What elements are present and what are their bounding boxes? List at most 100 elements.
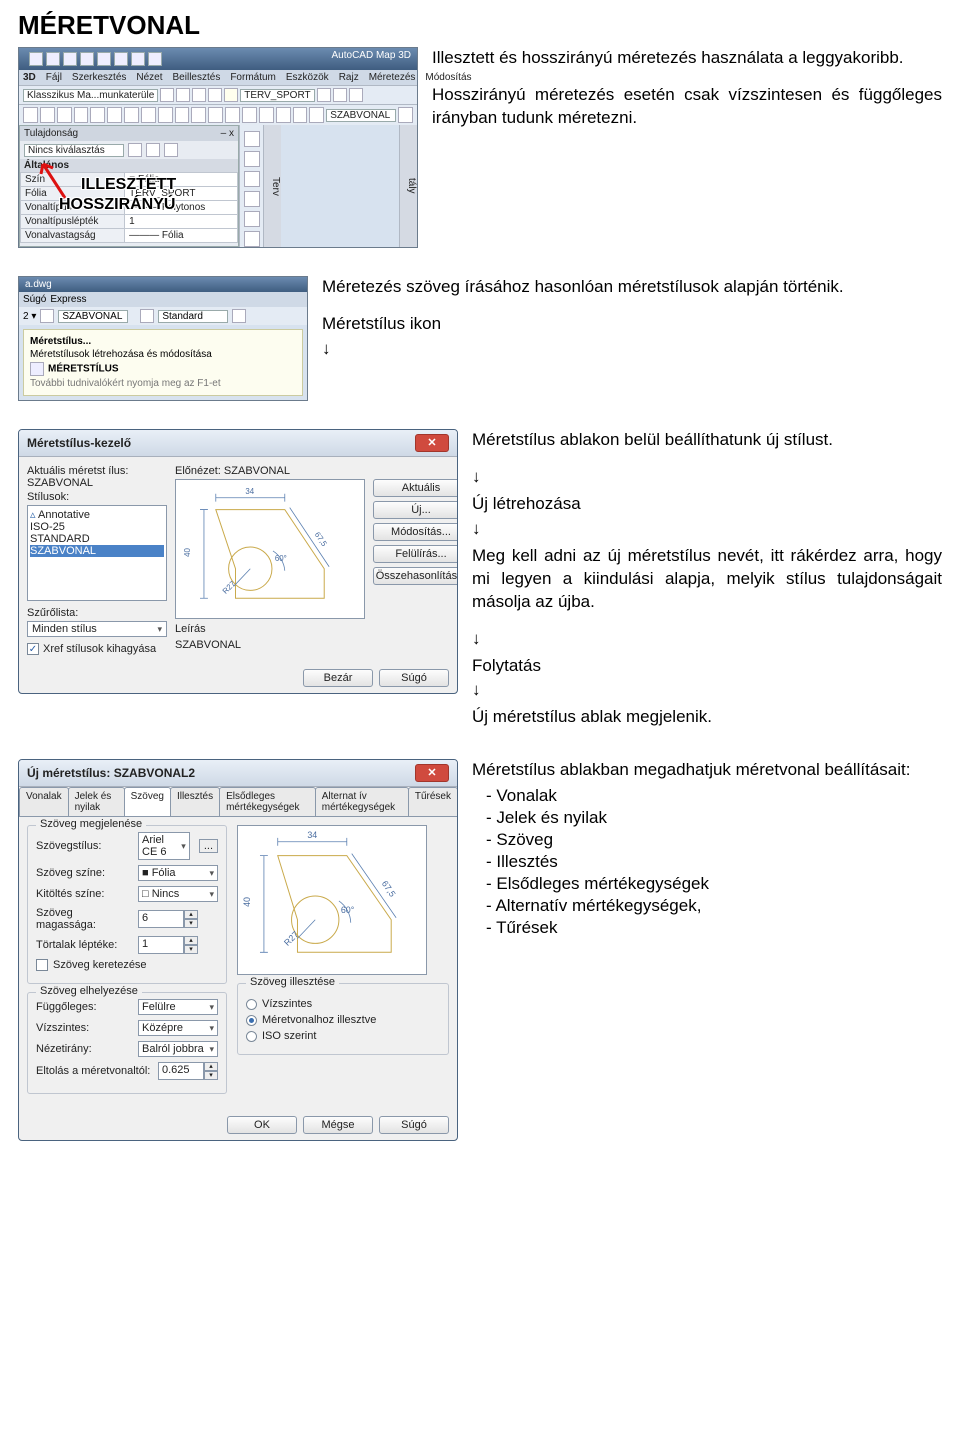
workspace-select[interactable]: Klasszikus Ma...munkaterüle bbox=[23, 89, 158, 102]
list-item-selected[interactable]: SZABVONAL bbox=[30, 545, 164, 557]
radio-iso[interactable]: ISO szerint bbox=[246, 1030, 440, 1042]
menu-item[interactable]: Szerkesztés bbox=[72, 72, 126, 83]
menu-item[interactable]: Méretezés bbox=[369, 72, 416, 83]
dim-icon[interactable] bbox=[141, 107, 156, 123]
list-item[interactable]: ▵ Annotative bbox=[30, 508, 164, 521]
qat-icon[interactable] bbox=[80, 52, 94, 66]
menu-item[interactable]: Fájl bbox=[46, 72, 62, 83]
dim-icon[interactable] bbox=[242, 107, 257, 123]
draw-icon[interactable] bbox=[244, 211, 260, 227]
tab-primary-units[interactable]: Elsődleges mértékegységek bbox=[219, 787, 316, 816]
close-button[interactable]: ✕ bbox=[415, 764, 449, 782]
tab-szoveg[interactable]: Szöveg bbox=[124, 787, 171, 816]
new-button[interactable]: Új... bbox=[373, 501, 458, 519]
radio-horizontal[interactable]: Vízszintes bbox=[246, 998, 440, 1010]
tab-tolerances[interactable]: Tűrések bbox=[408, 787, 458, 816]
dim-icon[interactable] bbox=[398, 107, 413, 123]
toolbar-icon[interactable] bbox=[208, 88, 222, 102]
dim-icon[interactable] bbox=[293, 107, 308, 123]
dim-aligned-icon[interactable] bbox=[40, 107, 55, 123]
layer-icon[interactable] bbox=[224, 88, 238, 102]
draw-icon[interactable] bbox=[244, 191, 260, 207]
props-tool-icon[interactable] bbox=[164, 143, 178, 157]
view-dir-select[interactable]: Balról jobbra▾ bbox=[138, 1041, 218, 1057]
frac-scale-spinner[interactable]: 1 ▴▾ bbox=[138, 936, 218, 954]
props-tool-icon[interactable] bbox=[146, 143, 160, 157]
dim-icon[interactable] bbox=[57, 107, 72, 123]
textstyle-select[interactable]: Standard bbox=[158, 310, 228, 323]
offset-spinner[interactable]: 0.625 ▴▾ bbox=[158, 1062, 218, 1080]
side-tab[interactable]: tály bbox=[399, 125, 417, 247]
dim-icon[interactable] bbox=[191, 107, 206, 123]
selection-combo[interactable]: Nincs kiválasztás bbox=[24, 144, 124, 157]
vertical-select[interactable]: Felülre▾ bbox=[138, 999, 218, 1015]
help-button[interactable]: Súgó bbox=[379, 1116, 449, 1134]
text-height-spinner[interactable]: 6 ▴▾ bbox=[138, 910, 218, 928]
menu-item[interactable]: Rajz bbox=[339, 72, 359, 83]
dim-icon[interactable] bbox=[225, 107, 240, 123]
override-button[interactable]: Felülírás... bbox=[373, 545, 458, 563]
text-style-select[interactable]: Ariel CE 6▾ bbox=[138, 832, 190, 860]
ok-button[interactable]: OK bbox=[227, 1116, 297, 1134]
tab-jelek[interactable]: Jelek és nyilak bbox=[68, 787, 125, 816]
menu-express[interactable]: Express bbox=[50, 294, 86, 305]
textstyle-icon[interactable] bbox=[140, 309, 154, 323]
menu-item[interactable]: Eszközök bbox=[286, 72, 329, 83]
cancel-button[interactable]: Mégse bbox=[303, 1116, 373, 1134]
dimstyle-icon[interactable] bbox=[309, 107, 324, 123]
text-color-select[interactable]: ■ Fólia▾ bbox=[138, 865, 218, 881]
qat-icon[interactable] bbox=[131, 52, 145, 66]
dimstyle-select[interactable]: SZABVONAL bbox=[58, 310, 128, 323]
close-dialog-button[interactable]: Bezár bbox=[303, 669, 373, 687]
list-item[interactable]: ISO-25 bbox=[30, 521, 164, 533]
frame-text-checkbox[interactable]: Szöveg keretezése bbox=[36, 959, 218, 971]
menu-item[interactable]: Módosítás bbox=[425, 72, 471, 83]
tab-illesztes[interactable]: Illesztés bbox=[170, 787, 220, 816]
side-tab[interactable]: Terv bbox=[263, 125, 281, 247]
dim-icon[interactable] bbox=[74, 107, 89, 123]
toolbar-icon[interactable] bbox=[192, 88, 206, 102]
toolbar-icon[interactable] bbox=[349, 88, 363, 102]
dimstyle-icon[interactable] bbox=[40, 309, 54, 323]
list-item[interactable]: STANDARD bbox=[30, 533, 164, 545]
qat-icon[interactable] bbox=[46, 52, 60, 66]
dim-icon[interactable] bbox=[124, 107, 139, 123]
draw-icon[interactable] bbox=[244, 231, 260, 247]
fill-color-select[interactable]: □ Nincs▾ bbox=[138, 886, 218, 902]
qat-icon[interactable] bbox=[114, 52, 128, 66]
draw-line-icon[interactable] bbox=[244, 131, 260, 147]
dim-icon[interactable] bbox=[208, 107, 223, 123]
modify-button[interactable]: Módosítás... bbox=[373, 523, 458, 541]
tab-vonalak[interactable]: Vonalak bbox=[19, 787, 69, 816]
filter-combo[interactable]: Minden stílus▾ bbox=[27, 621, 167, 637]
menu-item[interactable]: Nézet bbox=[136, 72, 162, 83]
draw-icon[interactable] bbox=[244, 171, 260, 187]
compare-button[interactable]: Összehasonlítás... bbox=[373, 567, 458, 585]
radio-aligned-with-dim[interactable]: Méretvonalhoz illesztve bbox=[246, 1014, 440, 1026]
set-current-button[interactable]: Aktuális bbox=[373, 479, 458, 497]
dim-linear-icon[interactable] bbox=[23, 107, 38, 123]
dim-icon[interactable] bbox=[175, 107, 190, 123]
props-tool-icon[interactable] bbox=[128, 143, 142, 157]
style-list[interactable]: ▵ Annotative ISO-25 STANDARD SZABVONAL bbox=[27, 505, 167, 601]
dim-icon[interactable] bbox=[276, 107, 291, 123]
toolbar-icon[interactable] bbox=[232, 309, 246, 323]
toolbar-icon[interactable] bbox=[176, 88, 190, 102]
draw-icon[interactable] bbox=[244, 151, 260, 167]
menu-item[interactable]: Beillesztés bbox=[173, 72, 221, 83]
toolbar-icon[interactable] bbox=[160, 88, 174, 102]
text-style-more-button[interactable]: ... bbox=[199, 839, 218, 853]
dimstyle-select[interactable]: SZABVONAL bbox=[326, 109, 396, 122]
tab-3d[interactable]: 3D bbox=[23, 72, 36, 83]
qat-icon[interactable] bbox=[97, 52, 111, 66]
qat-icon[interactable] bbox=[63, 52, 77, 66]
close-button[interactable]: ✕ bbox=[415, 434, 449, 452]
dim-icon[interactable] bbox=[158, 107, 173, 123]
menu-item[interactable]: Formátum bbox=[230, 72, 276, 83]
toolbar-icon[interactable] bbox=[333, 88, 347, 102]
horizontal-select[interactable]: Középre▾ bbox=[138, 1020, 218, 1036]
xref-checkbox[interactable]: ✓Xref stílusok kihagyása bbox=[27, 643, 167, 655]
layer-select[interactable]: TERV_SPORT bbox=[240, 89, 314, 102]
menu-help[interactable]: Súgó bbox=[23, 294, 46, 305]
dim-icon[interactable] bbox=[90, 107, 105, 123]
